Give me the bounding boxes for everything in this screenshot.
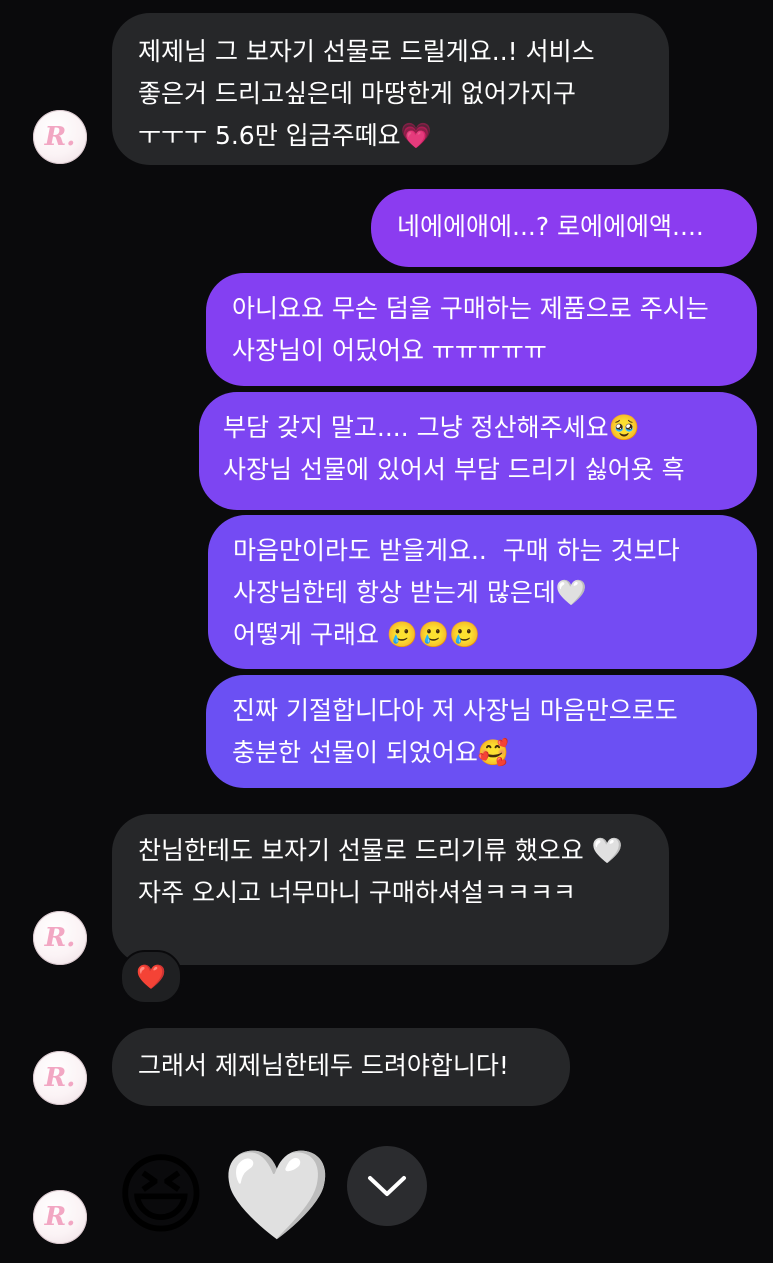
outgoing-message[interactable]: 마음만이라도 받을게요.. 구매 하는 것보다 사장님한테 항상 받는게 많은데…	[208, 515, 757, 669]
incoming-message[interactable]: 그래서 제제님한테두 드려야합니다!	[112, 1028, 570, 1106]
laughing-emoji[interactable]: 😆	[115, 1145, 207, 1245]
outgoing-message[interactable]: 아니요요 무슨 덤을 구매하는 제품으로 주시는 사장님이 어딨어요 ㅠㅠㅠㅠㅠ	[206, 273, 757, 386]
avatar[interactable]: R.	[33, 1190, 87, 1244]
heart-icon: ❤️	[136, 963, 166, 991]
chevron-down-icon	[368, 1176, 406, 1196]
outgoing-message[interactable]: 부담 갖지 말고.... 그냥 정산해주세요🥹 사장님 선물에 있어서 부담 드…	[199, 392, 757, 510]
avatar[interactable]: R.	[33, 110, 87, 164]
outgoing-message[interactable]: 네에에애에...? 로에에에액....	[371, 189, 757, 267]
scroll-down-button[interactable]	[347, 1146, 427, 1226]
incoming-message[interactable]: 찬님한테도 보자기 선물로 드리기류 했오요 🤍 자주 오시고 너무마니 구매하…	[112, 814, 669, 965]
avatar[interactable]: R.	[33, 1051, 87, 1105]
incoming-message[interactable]: 제제님 그 보자기 선물로 드릴게요..! 서비스 좋은거 드리고싶은데 마땅한…	[112, 13, 669, 165]
outgoing-message[interactable]: 진짜 기절합니다아 저 사장님 마음만으로도 충분한 선물이 되었어요🥰	[206, 675, 757, 788]
heart-reaction[interactable]: ❤️	[120, 950, 182, 1004]
white-heart-emoji[interactable]: 🤍	[222, 1145, 332, 1245]
avatar[interactable]: R.	[33, 911, 87, 965]
